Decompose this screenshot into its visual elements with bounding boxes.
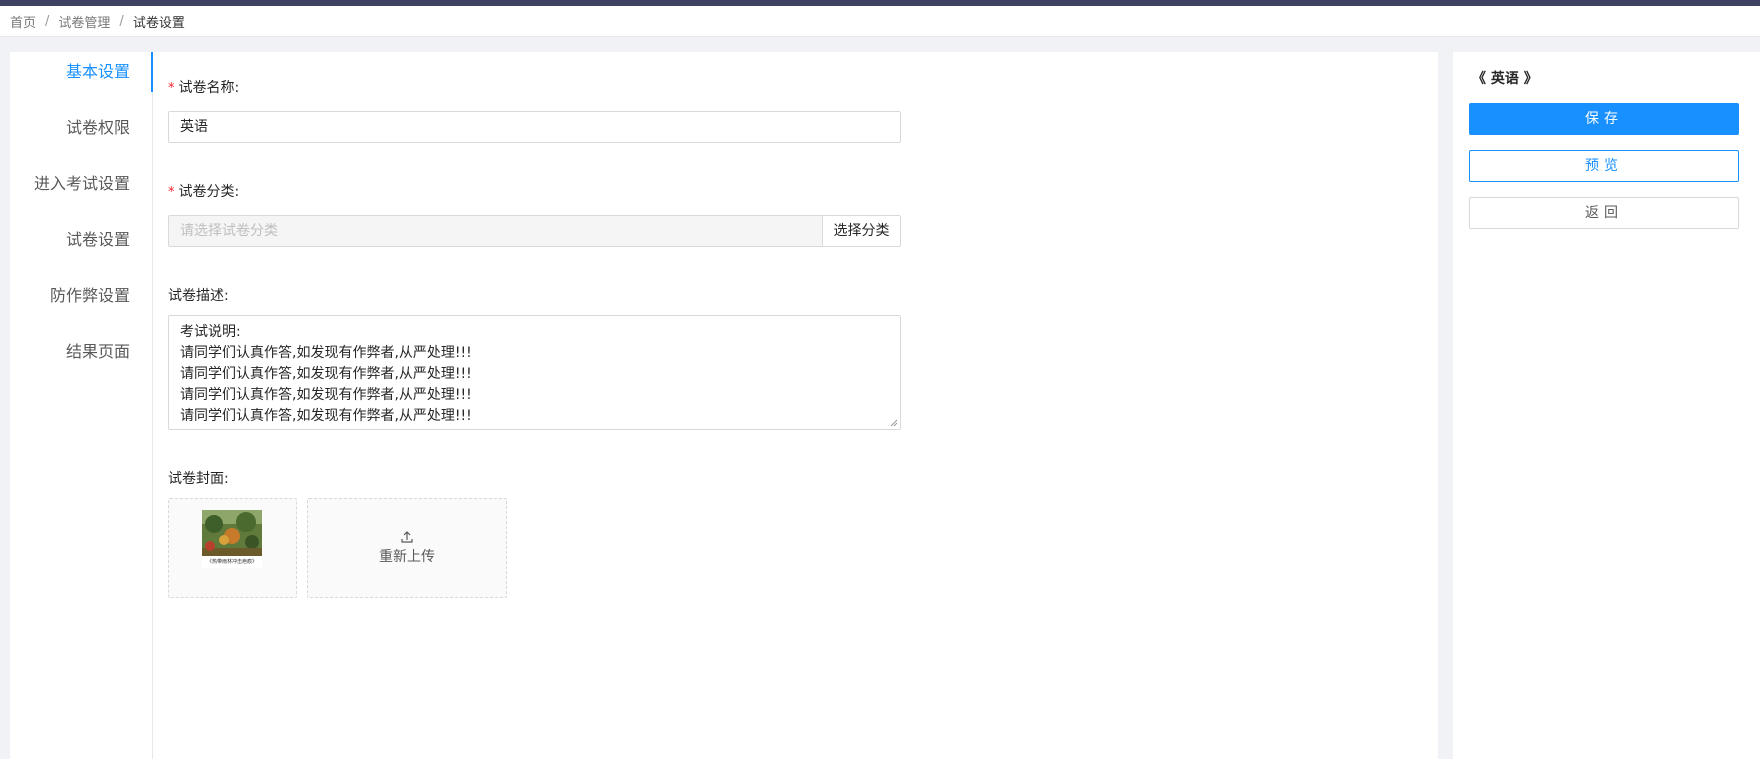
nav-item-basic-settings[interactable]: 基本设置 [66, 52, 130, 92]
description-line: 请同学们认真作答,如发现有作弊者,从严处理!!! [180, 345, 472, 361]
paper-name-label-text: 试卷名称: [178, 80, 240, 96]
paper-category-group: 请选择试卷分类 选择分类 [168, 215, 901, 247]
nav-item-result-page[interactable]: 结果页面 [66, 332, 130, 372]
breadcrumb-separator: / [119, 13, 124, 29]
side-nav: 基本设置 试卷权限 进入考试设置 试卷设置 防作弊设置 结果页面 [10, 52, 153, 759]
nav-item-paper-permissions[interactable]: 试卷权限 [66, 108, 130, 148]
breadcrumb-current: 试卷设置 [132, 15, 185, 31]
nav-item-paper-settings[interactable]: 试卷设置 [66, 220, 130, 260]
paper-description-label: 试卷描述: [168, 288, 229, 304]
paper-title: 《 英语 》 [1472, 71, 1538, 87]
paper-category-label: * 试卷分类: [168, 181, 239, 201]
breadcrumb-separator: / [45, 13, 50, 29]
settings-card: 基本设置 试卷权限 进入考试设置 试卷设置 防作弊设置 结果页面 * 试卷名称: … [10, 52, 1438, 759]
save-button[interactable]: 保存 [1469, 103, 1739, 135]
resize-grip-icon[interactable] [890, 419, 898, 427]
paper-name-label: * 试卷名称: [168, 77, 239, 97]
reupload-label: 重新上传 [379, 549, 435, 565]
reupload-button[interactable]: 重新上传 [308, 499, 506, 597]
description-line: 请同学们认真作答,如发现有作弊者,从严处理!!! [180, 408, 472, 424]
description-line: 请同学们认真作答,如发现有作弊者,从严处理!!! [180, 387, 472, 403]
breadcrumb: 首页 / 试卷管理 / 试卷设置 [0, 6, 1760, 37]
basic-settings-form: * 试卷名称: 英语 * 试卷分类: 请选择试卷分类 选择分类 试卷描述: 考试说明… [168, 52, 928, 759]
paper-category-input[interactable]: 请选择试卷分类 [168, 215, 822, 247]
description-line: 请同学们认真作答,如发现有作弊者,从严处理!!! [180, 366, 472, 382]
breadcrumb-home[interactable]: 首页 [10, 12, 36, 31]
required-mark: * [168, 185, 175, 200]
cover-thumbnail-caption: 《热带雨林冲击疤痕》 [206, 559, 257, 565]
select-category-button[interactable]: 选择分类 [822, 215, 901, 247]
nav-active-indicator [151, 52, 153, 92]
required-mark: * [168, 81, 175, 96]
preview-button[interactable]: 预览 [1469, 150, 1739, 182]
jungle-painting-icon [202, 510, 262, 556]
upload-icon [401, 531, 413, 543]
description-line: 考试说明: [180, 324, 241, 340]
action-panel: 《 英语 》 保存 预览 返回 [1453, 52, 1760, 759]
paper-description-textarea[interactable]: 考试说明: 请同学们认真作答,如发现有作弊者,从严处理!!! 请同学们认真作答,… [168, 315, 901, 430]
nav-item-anti-cheat-settings[interactable]: 防作弊设置 [50, 276, 130, 316]
paper-name-input[interactable]: 英语 [168, 111, 901, 143]
breadcrumb-paper-management[interactable]: 试卷管理 [58, 12, 110, 31]
reupload-card[interactable]: 重新上传 [307, 498, 507, 598]
cover-thumbnail-card[interactable]: 《热带雨林冲击疤痕》 [168, 498, 297, 598]
paper-category-label-text: 试卷分类: [178, 184, 240, 200]
back-button[interactable]: 返回 [1469, 197, 1739, 229]
paper-cover-label: 试卷封面: [168, 471, 229, 487]
cover-thumbnail-image: 《热带雨林冲击疤痕》 [202, 510, 262, 568]
nav-item-enter-exam-settings[interactable]: 进入考试设置 [34, 164, 130, 204]
